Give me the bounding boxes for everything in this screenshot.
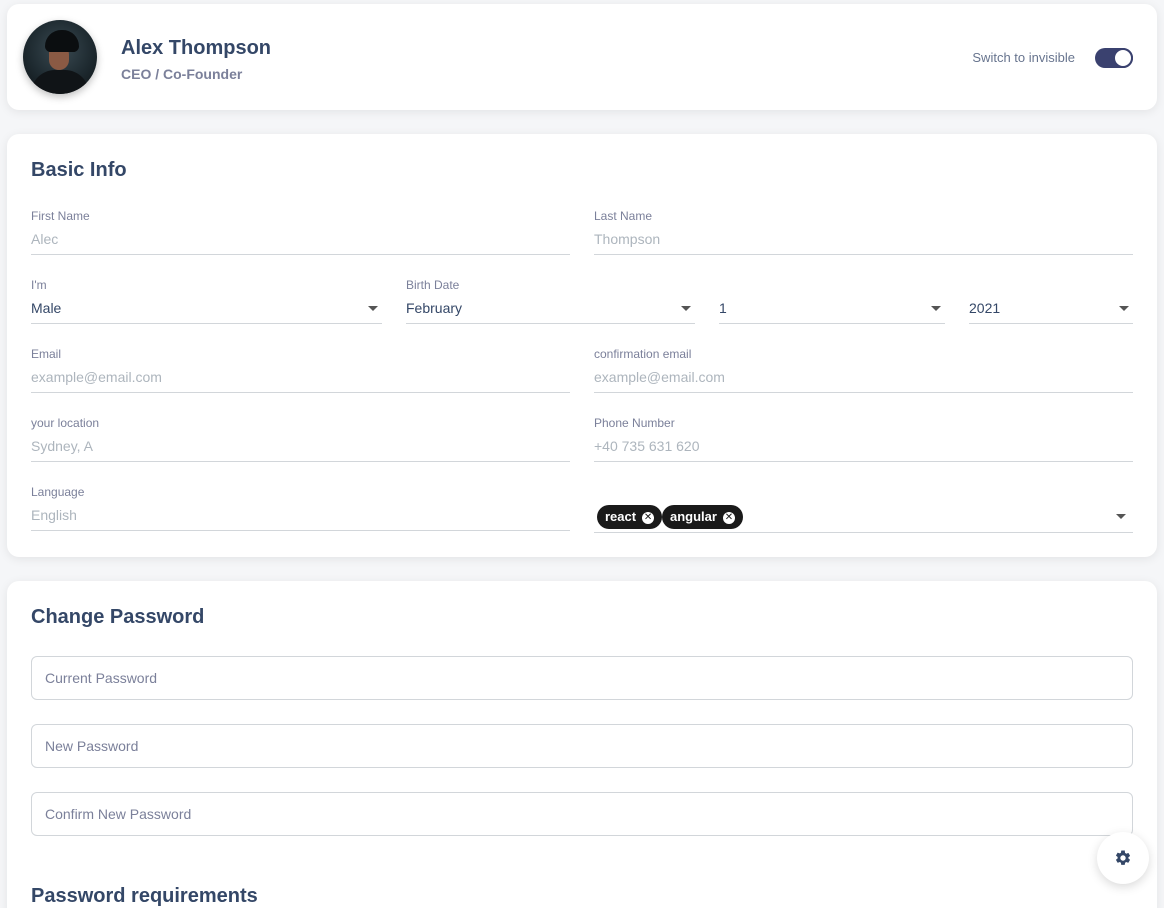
profile-role: CEO / Co-Founder — [121, 66, 243, 82]
gear-icon — [1115, 850, 1131, 865]
birth-year-select[interactable]: 2021 — [969, 278, 1133, 324]
chevron-down-icon[interactable] — [1116, 514, 1126, 519]
skill-chip-label: react — [605, 509, 637, 524]
current-password-input[interactable]: Current Password — [31, 656, 1133, 700]
invisible-toggle[interactable] — [1095, 48, 1133, 68]
last-name-field[interactable]: Last Name Thompson — [594, 209, 1133, 255]
confirm-email-label: confirmation email — [594, 347, 692, 361]
birth-date-label: Birth Date — [406, 278, 460, 292]
change-password-title: Change Password — [31, 606, 205, 628]
birth-month-selected: February — [406, 300, 463, 316]
location-field[interactable]: your location Sydney, A — [31, 416, 570, 462]
close-circle-icon[interactable]: ✕ — [642, 512, 655, 524]
first-name-field[interactable]: First Name Alec — [31, 209, 570, 255]
settings-fab-button[interactable] — [1097, 832, 1149, 884]
last-name-input[interactable]: Thompson — [594, 231, 1133, 255]
first-name-label: First Name — [31, 209, 90, 223]
chevron-down-icon — [368, 306, 378, 311]
language-label: Language — [31, 485, 85, 499]
skills-select[interactable]: react ✕ angular ✕ — [594, 504, 1133, 533]
birth-day-selected: 1 — [719, 300, 727, 316]
chevron-down-icon — [931, 306, 941, 311]
location-label: your location — [31, 416, 100, 430]
confirm-password-input[interactable]: Confirm New Password — [31, 792, 1133, 836]
profile-card: Alex Thompson CEO / Co-Founder Switch to… — [7, 4, 1157, 110]
confirm-email-input[interactable]: example@email.com — [594, 369, 1133, 393]
profile-name: Alex Thompson — [121, 37, 272, 59]
chevron-down-icon — [681, 306, 691, 311]
birth-month-value[interactable]: February — [406, 300, 695, 324]
password-requirements-title: Password requirements — [31, 885, 258, 907]
skill-chip[interactable]: angular ✕ — [662, 505, 743, 529]
new-password-input[interactable]: New Password — [31, 724, 1133, 768]
skill-chip[interactable]: react ✕ — [597, 505, 663, 529]
email-input[interactable]: example@email.com — [31, 369, 570, 393]
basic-info-title: Basic Info — [31, 159, 127, 181]
gender-select[interactable]: I'm Male — [31, 278, 382, 324]
invisible-toggle-label: Switch to invisible — [972, 50, 1075, 65]
phone-field[interactable]: Phone Number +40 735 631 620 — [594, 416, 1133, 462]
skill-chip-label: angular — [670, 509, 717, 524]
email-label: Email — [31, 347, 62, 361]
basic-info-card: Basic Info First Name Alec Last Name Tho… — [7, 134, 1157, 557]
toggle-knob — [1113, 48, 1133, 68]
gender-value[interactable]: Male — [31, 300, 382, 324]
birth-month-select[interactable]: Birth Date February — [406, 278, 695, 324]
first-name-input[interactable]: Alec — [31, 231, 570, 255]
birth-year-value[interactable]: 2021 — [969, 300, 1133, 324]
chevron-down-icon — [1119, 306, 1129, 311]
gender-selected: Male — [31, 300, 62, 316]
close-circle-icon[interactable]: ✕ — [722, 512, 735, 524]
avatar — [23, 20, 97, 94]
last-name-label: Last Name — [594, 209, 653, 223]
birth-day-select[interactable]: 1 — [719, 278, 945, 324]
language-input[interactable]: English — [31, 507, 570, 531]
change-password-card: Change Password Current Password New Pas… — [7, 581, 1157, 908]
settings-page: Alex Thompson CEO / Co-Founder Switch to… — [0, 0, 1164, 908]
email-field[interactable]: Email example@email.com — [31, 347, 570, 393]
birth-year-selected: 2021 — [969, 300, 1001, 316]
language-field[interactable]: Language English — [31, 485, 570, 531]
birth-day-value[interactable]: 1 — [719, 300, 945, 324]
location-input[interactable]: Sydney, A — [31, 438, 570, 462]
confirm-email-field[interactable]: confirmation email example@email.com — [594, 347, 1133, 393]
phone-label: Phone Number — [594, 416, 675, 430]
phone-input[interactable]: +40 735 631 620 — [594, 438, 1133, 462]
gender-label: I'm — [31, 278, 47, 292]
